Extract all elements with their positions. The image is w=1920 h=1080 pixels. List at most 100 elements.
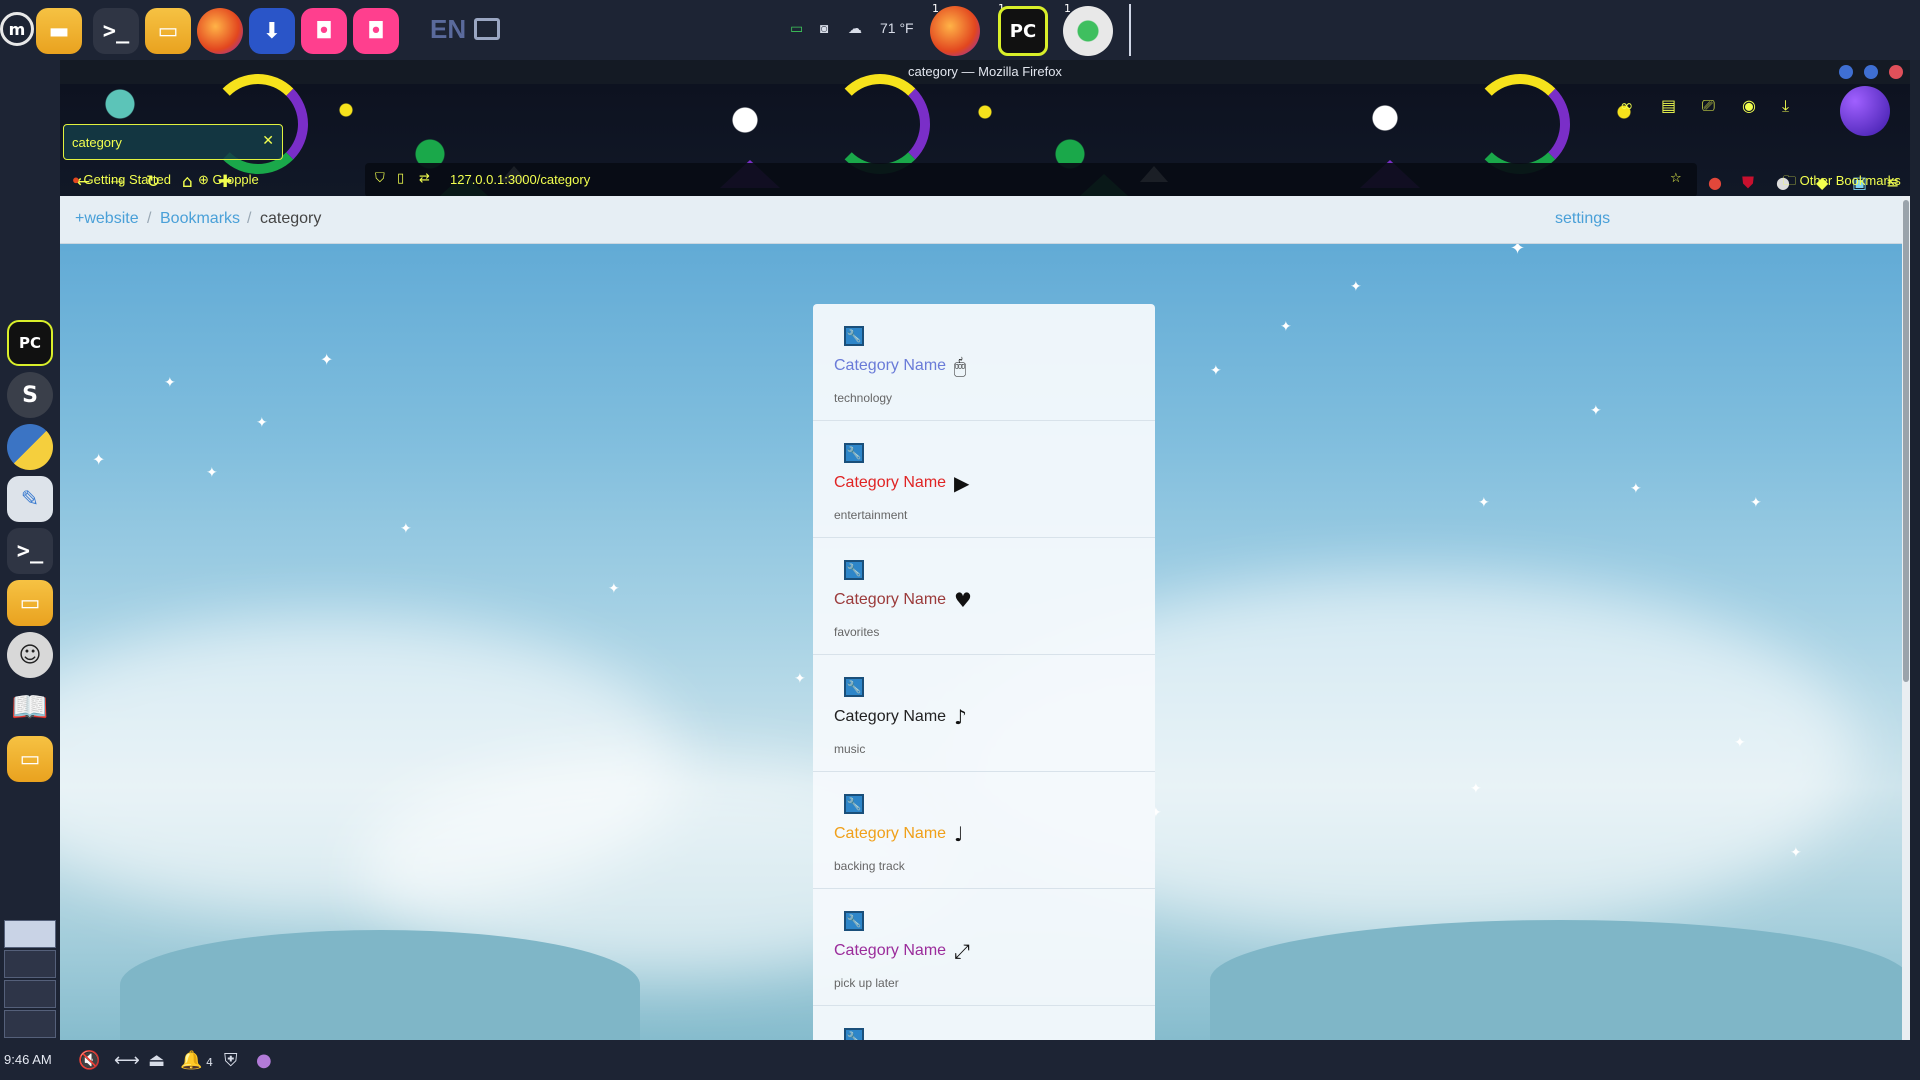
camera-icon[interactable]: ◙ bbox=[820, 20, 828, 36]
workspace-1[interactable] bbox=[4, 920, 56, 948]
files-icon[interactable]: ▭ bbox=[7, 736, 53, 782]
category-name[interactable]: Category Name bbox=[834, 942, 946, 960]
edit-wrench-icon[interactable]: 🔧 bbox=[844, 560, 864, 580]
extension-icon[interactable]: ∞ bbox=[1620, 96, 1633, 115]
bookmark-star-icon[interactable]: ☆ bbox=[1670, 171, 1682, 186]
bookmark-gropple[interactable]: ⊕ Gropple bbox=[198, 172, 259, 188]
window-titlebar[interactable]: category — Mozilla Firefox bbox=[60, 60, 1910, 84]
home-icon[interactable]: ⌂ bbox=[182, 172, 193, 192]
url-bar[interactable]: ⛉ ▯ ⇄ 127.0.0.1:3000/category ☆ bbox=[365, 163, 1697, 197]
notifications-icon[interactable]: 🔔 bbox=[180, 1050, 202, 1071]
category-name[interactable]: Category Name bbox=[834, 825, 946, 843]
weather-icon[interactable]: ☁ bbox=[848, 20, 862, 37]
folder-icon: 🗀 bbox=[1783, 173, 1797, 188]
workspace-4[interactable] bbox=[4, 1010, 56, 1038]
category-card-partial[interactable]: 🔧 bbox=[813, 1006, 1155, 1040]
close-button[interactable] bbox=[1889, 65, 1903, 79]
breadcrumb-bookmarks-link[interactable]: Bookmarks bbox=[160, 210, 240, 228]
settings-link[interactable]: settings bbox=[1555, 210, 1610, 228]
category-name[interactable]: Category Name bbox=[834, 357, 946, 375]
container-icon[interactable]: ▤ bbox=[1661, 96, 1676, 115]
keyboard-layout[interactable]: EN bbox=[430, 14, 466, 45]
category-name[interactable]: Category Name bbox=[834, 591, 946, 609]
category-card[interactable]: 🔧 Category Name ⤢ pick up later bbox=[813, 889, 1155, 1006]
permissions-icon[interactable]: ⇄ bbox=[419, 171, 430, 186]
edit-wrench-icon[interactable]: 🔧 bbox=[844, 326, 864, 346]
edit-wrench-icon[interactable]: 🔧 bbox=[844, 794, 864, 814]
page-icon[interactable]: ▯ bbox=[397, 171, 404, 186]
page-viewport: ✦ ✦ ✦ ✦ ✦ ✦ ✦ ✦ ✦ ✦ ✦ ✦ ✦ ✦ ✦ ✦ ✦ ✦ ✦ ✦ … bbox=[60, 196, 1910, 1040]
book-icon[interactable]: 📖 bbox=[7, 684, 53, 730]
tab-category[interactable]: category ✕ bbox=[63, 124, 283, 160]
disk-usage-icon[interactable] bbox=[1063, 6, 1113, 56]
pycharm-icon[interactable]: PC bbox=[7, 320, 53, 366]
terminal-icon[interactable]: >_ bbox=[7, 528, 53, 574]
star-decoration: ✦ bbox=[1350, 279, 1362, 295]
category-card[interactable]: 🔧 Category Name ♩ backing track bbox=[813, 772, 1155, 889]
python-icon[interactable] bbox=[7, 424, 53, 470]
page-scrollbar[interactable] bbox=[1902, 196, 1910, 1040]
category-card[interactable]: 🔧 Category Name ▶ entertainment bbox=[813, 421, 1155, 538]
star-decoration: ✦ bbox=[1590, 403, 1602, 419]
breadcrumb-home-link[interactable]: +website bbox=[75, 210, 139, 228]
other-bookmarks[interactable]: 🗀 Other Bookmarks bbox=[1783, 172, 1901, 194]
category-card[interactable]: 🔧 Category Name ♥ favorites bbox=[813, 538, 1155, 655]
shield-icon[interactable]: ⛨ bbox=[224, 1050, 238, 1071]
weather-temperature[interactable]: 71 °F bbox=[880, 20, 914, 36]
category-slug: pick up later bbox=[834, 976, 899, 990]
tab-close-icon[interactable]: ✕ bbox=[262, 133, 274, 149]
store-icon[interactable]: ◘ bbox=[353, 8, 399, 54]
firefox-icon[interactable] bbox=[930, 6, 980, 56]
scrollbar-thumb[interactable] bbox=[1903, 200, 1909, 682]
cast-icon[interactable]: ⎚ bbox=[1702, 96, 1715, 116]
theme-decoration bbox=[1470, 74, 1570, 174]
mint-icon[interactable]: m bbox=[0, 12, 34, 46]
category-card[interactable]: 🔧 Category Name ♪ music bbox=[813, 655, 1155, 772]
download-manager-icon[interactable]: ⬇ bbox=[249, 8, 295, 54]
category-slug: music bbox=[834, 742, 866, 756]
star-decoration: ✦ bbox=[206, 465, 218, 481]
monitor-icon[interactable]: ▭ bbox=[790, 20, 803, 37]
files-icon[interactable]: ▬ bbox=[36, 8, 82, 54]
terminal-icon[interactable]: >_ bbox=[93, 8, 139, 54]
maximize-button[interactable] bbox=[1864, 65, 1878, 79]
workspace-2[interactable] bbox=[4, 950, 56, 978]
star-decoration: ✦ bbox=[320, 350, 334, 369]
file-manager-icon[interactable]: ▭ bbox=[145, 8, 191, 54]
edit-wrench-icon[interactable]: 🔧 bbox=[844, 443, 864, 463]
category-list: 🔧 Category Name 🖱 technology 🔧 Category … bbox=[813, 304, 1155, 1040]
files-icon[interactable]: ▭ bbox=[7, 580, 53, 626]
url-text[interactable]: 127.0.0.1:3000/category bbox=[450, 172, 590, 187]
category-card[interactable]: 🔧 Category Name 🖱 technology bbox=[813, 304, 1155, 421]
edit-wrench-icon[interactable]: 🔧 bbox=[844, 1028, 864, 1040]
update-icon[interactable]: ● bbox=[256, 1050, 272, 1071]
minimize-button[interactable] bbox=[1839, 65, 1853, 79]
account-icon[interactable]: ◉ bbox=[1742, 96, 1756, 115]
extension-icon[interactable]: ● bbox=[1708, 173, 1722, 192]
category-name[interactable]: Category Name bbox=[834, 708, 946, 726]
sunglasses-icon[interactable]: ☺ bbox=[7, 632, 53, 678]
mute-icon[interactable]: 🔇 bbox=[78, 1050, 100, 1071]
ublock-icon[interactable]: ⛊ bbox=[1742, 173, 1754, 193]
drive-icon[interactable]: ⏏ bbox=[148, 1050, 165, 1071]
pycharm-icon[interactable]: PC bbox=[998, 6, 1048, 56]
firefox-icon[interactable] bbox=[197, 8, 243, 54]
feather-icon[interactable]: ✎ bbox=[7, 476, 53, 522]
arrow-diagonal-icon: ⤢ bbox=[954, 939, 970, 963]
bookmark-getting-started[interactable]: ● Getting Started bbox=[72, 172, 171, 187]
clock[interactable]: 9:46 AM bbox=[4, 1052, 52, 1067]
category-name[interactable]: Category Name bbox=[834, 474, 946, 492]
category-slug: favorites bbox=[834, 625, 880, 639]
star-decoration: ✦ bbox=[1470, 781, 1482, 797]
window-switcher-icon[interactable] bbox=[474, 18, 500, 40]
star-decoration: ✦ bbox=[1630, 481, 1642, 497]
network-icon[interactable]: ⟷ bbox=[114, 1050, 140, 1071]
edit-wrench-icon[interactable]: 🔧 bbox=[844, 677, 864, 697]
downloads-icon[interactable]: ⤓ bbox=[1782, 96, 1789, 116]
edit-wrench-icon[interactable]: 🔧 bbox=[844, 911, 864, 931]
store-icon[interactable]: ◘ bbox=[301, 8, 347, 54]
workspace-3[interactable] bbox=[4, 980, 56, 1008]
theme-decoration bbox=[830, 74, 930, 174]
sublime-icon[interactable]: S bbox=[7, 372, 53, 418]
shield-icon[interactable]: ⛉ bbox=[375, 171, 385, 186]
